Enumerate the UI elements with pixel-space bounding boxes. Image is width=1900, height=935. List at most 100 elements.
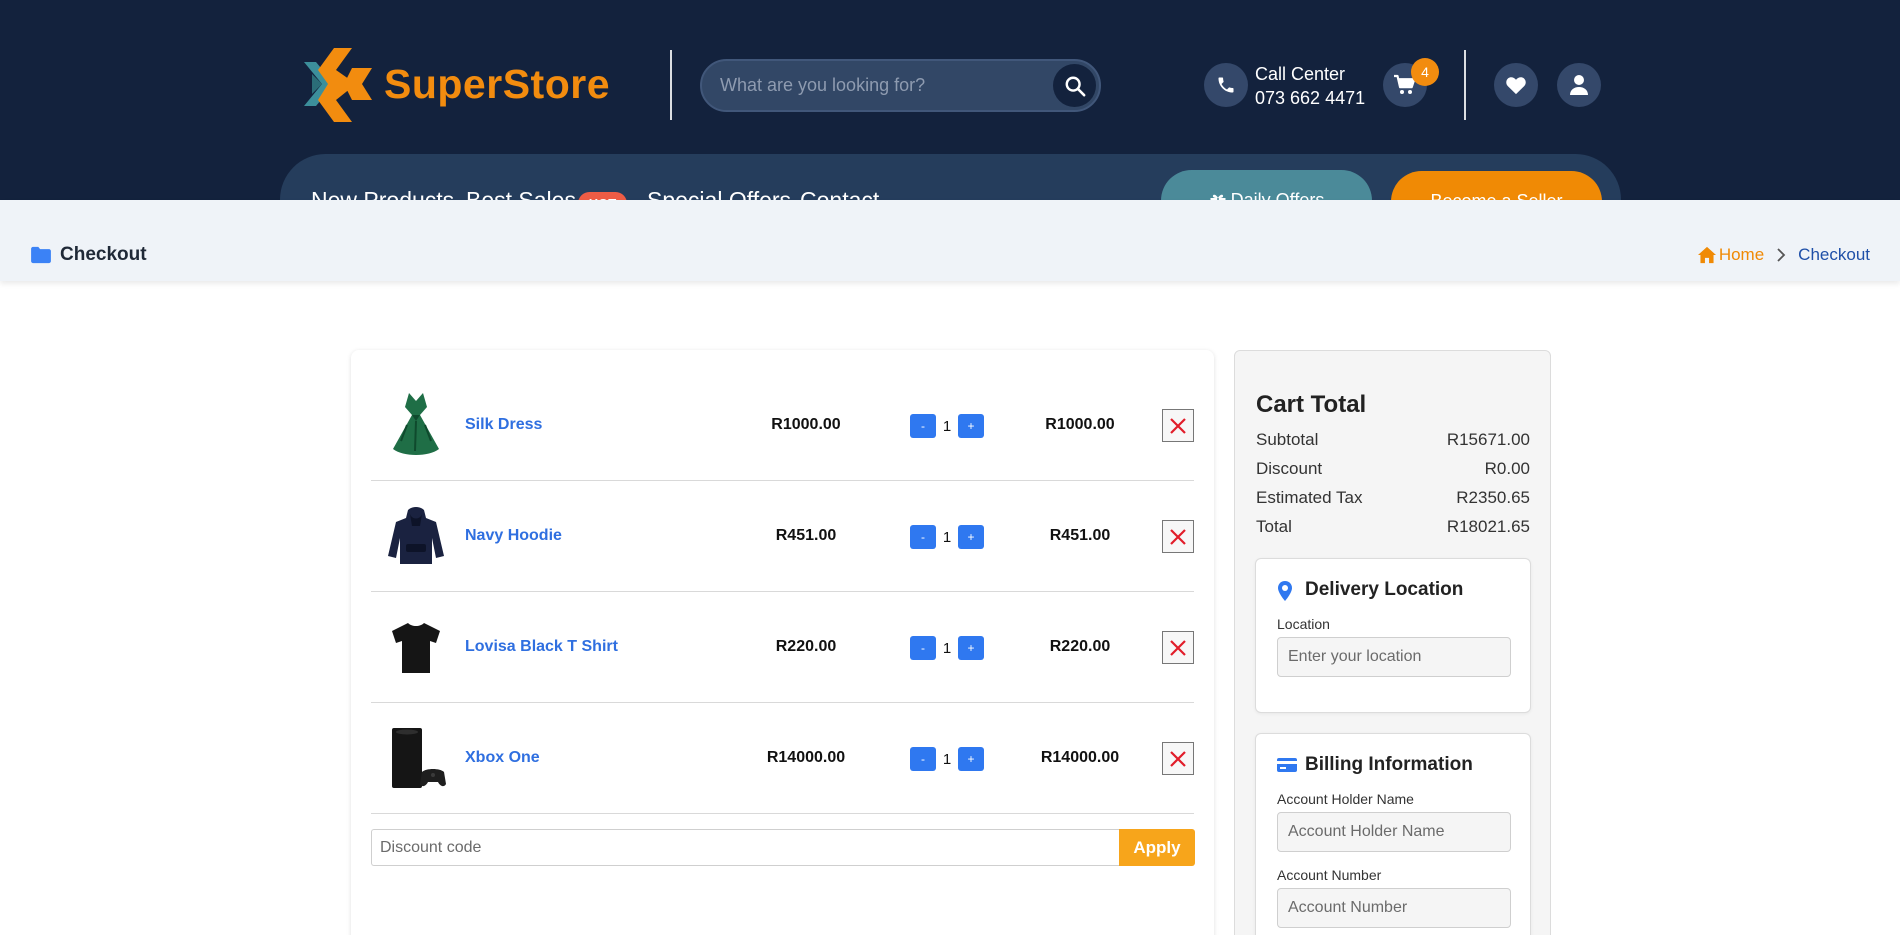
line-total: R451.00 bbox=[1049, 527, 1111, 544]
quantity-stepper: - 1 + bbox=[910, 414, 984, 438]
breadcrumb-home-label: Home bbox=[1718, 245, 1765, 264]
apply-discount-button[interactable]: Apply bbox=[1119, 829, 1195, 866]
close-icon bbox=[1170, 417, 1186, 434]
user-icon bbox=[1570, 75, 1588, 95]
header-divider-right bbox=[1464, 50, 1466, 120]
product-image-dress[interactable] bbox=[379, 386, 453, 464]
remove-item-button[interactable] bbox=[1162, 742, 1194, 775]
remove-item-button[interactable] bbox=[1162, 409, 1194, 442]
unit-price: R220.00 bbox=[775, 638, 837, 655]
increase-qty-button[interactable]: + bbox=[958, 414, 984, 438]
breadcrumb-home[interactable]: Home bbox=[1697, 245, 1764, 265]
increase-qty-button[interactable]: + bbox=[958, 747, 984, 771]
product-name[interactable]: Lovisa Black T Shirt bbox=[465, 592, 618, 702]
summary-label: Discount bbox=[1256, 459, 1323, 478]
chevron-right-icon bbox=[1777, 248, 1786, 262]
summary-value: R18021.65 bbox=[1446, 517, 1530, 536]
decrease-qty-button[interactable]: - bbox=[910, 525, 936, 549]
location-pin-icon bbox=[1278, 581, 1292, 601]
summary-label: Total bbox=[1256, 517, 1292, 536]
phone-button[interactable] bbox=[1204, 63, 1248, 107]
quantity-value: 1 bbox=[942, 528, 952, 546]
page-title: Checkout bbox=[30, 244, 147, 266]
logo-icon bbox=[304, 48, 372, 122]
summary-total: Total R18021.65 bbox=[1256, 517, 1530, 537]
header-divider bbox=[670, 50, 672, 120]
account-number-label: Account Number bbox=[1277, 867, 1382, 883]
remove-item-button[interactable] bbox=[1162, 631, 1194, 664]
product-name[interactable]: Navy Hoodie bbox=[465, 481, 562, 591]
hoodie-image bbox=[388, 507, 444, 564]
account-number-input[interactable] bbox=[1277, 888, 1511, 928]
decrease-qty-button[interactable]: - bbox=[910, 414, 936, 438]
account-button[interactable] bbox=[1557, 63, 1601, 107]
summary-value: R2350.65 bbox=[1456, 488, 1530, 507]
search-bar bbox=[700, 59, 1101, 112]
discount-form: Apply bbox=[371, 829, 1195, 866]
summary-tax: Estimated Tax R2350.65 bbox=[1256, 488, 1530, 508]
line-total: R220.00 bbox=[1049, 638, 1111, 655]
cart-row: Silk Dress R1000.00 - 1 + R1000.00 bbox=[371, 370, 1194, 481]
quantity-stepper: - 1 + bbox=[910, 747, 984, 771]
line-total: R1000.00 bbox=[1045, 416, 1115, 433]
credit-card-icon bbox=[1277, 758, 1297, 772]
wishlist-button[interactable] bbox=[1494, 63, 1538, 107]
location-label: Location bbox=[1277, 616, 1330, 632]
line-total: R14000.00 bbox=[1040, 749, 1120, 766]
quantity-stepper: - 1 + bbox=[910, 525, 984, 549]
cart-row: Xbox One R14000.00 - 1 + R14000.00 bbox=[371, 703, 1194, 814]
cart-count-badge: 4 bbox=[1411, 58, 1439, 86]
breadcrumb-bar bbox=[0, 200, 1900, 281]
close-icon bbox=[1170, 528, 1186, 545]
summary-value: R0.00 bbox=[1484, 459, 1530, 478]
search-icon bbox=[1065, 76, 1085, 96]
call-center-number: 073 662 4471 bbox=[1255, 88, 1366, 108]
phone-icon bbox=[1218, 77, 1234, 93]
summary-subtotal: Subtotal R15671.00 bbox=[1256, 430, 1530, 450]
decrease-qty-button[interactable]: - bbox=[910, 747, 936, 771]
summary-label: Subtotal bbox=[1256, 430, 1319, 449]
discount-code-input[interactable] bbox=[371, 829, 1119, 866]
product-name[interactable]: Xbox One bbox=[465, 703, 540, 813]
increase-qty-button[interactable]: + bbox=[958, 636, 984, 660]
product-image-xbox[interactable] bbox=[379, 719, 453, 797]
quantity-stepper: - 1 + bbox=[910, 636, 984, 660]
remove-item-button[interactable] bbox=[1162, 520, 1194, 553]
close-icon bbox=[1170, 639, 1186, 656]
brand-name: SuperStore bbox=[384, 60, 610, 107]
breadcrumb-current: Checkout bbox=[1798, 245, 1870, 264]
billing-title: Billing Information bbox=[1305, 754, 1473, 775]
delivery-title: Delivery Location bbox=[1305, 579, 1464, 600]
decrease-qty-button[interactable]: - bbox=[910, 636, 936, 660]
breadcrumb: Home Checkout bbox=[1697, 245, 1870, 265]
increase-qty-button[interactable]: + bbox=[958, 525, 984, 549]
heart-icon bbox=[1506, 77, 1526, 95]
unit-price: R451.00 bbox=[775, 527, 837, 544]
tshirt-image bbox=[392, 623, 440, 673]
cart-total-title: Cart Total bbox=[1256, 391, 1367, 418]
product-image-tshirt[interactable] bbox=[379, 608, 453, 686]
search-input[interactable] bbox=[720, 61, 1020, 110]
location-input[interactable] bbox=[1277, 637, 1511, 677]
unit-price: R14000.00 bbox=[766, 749, 846, 766]
unit-price: R1000.00 bbox=[771, 416, 841, 433]
search-button[interactable] bbox=[1053, 64, 1096, 107]
call-center-label: Call Center bbox=[1255, 64, 1346, 84]
product-image-hoodie[interactable] bbox=[379, 497, 453, 575]
cart-row: Navy Hoodie R451.00 - 1 + R451.00 bbox=[371, 481, 1194, 592]
summary-label: Estimated Tax bbox=[1256, 488, 1363, 507]
logo[interactable]: SuperStore bbox=[300, 44, 610, 124]
xbox-image bbox=[392, 728, 446, 788]
quantity-value: 1 bbox=[942, 750, 952, 768]
summary-value: R15671.00 bbox=[1446, 430, 1530, 449]
close-icon bbox=[1170, 750, 1186, 767]
product-name[interactable]: Silk Dress bbox=[465, 370, 542, 480]
folder-icon bbox=[31, 246, 51, 264]
quantity-value: 1 bbox=[942, 417, 952, 435]
cart-total-panel: Cart Total Subtotal R15671.00 Discount R… bbox=[1234, 350, 1551, 935]
holder-name-input[interactable] bbox=[1277, 812, 1511, 852]
billing-information-card: Billing Information Account Holder Name … bbox=[1255, 733, 1531, 935]
page-title-text: Checkout bbox=[60, 244, 147, 265]
summary-discount: Discount R0.00 bbox=[1256, 459, 1530, 479]
call-center: Call Center 073 662 4471 bbox=[1255, 62, 1365, 110]
